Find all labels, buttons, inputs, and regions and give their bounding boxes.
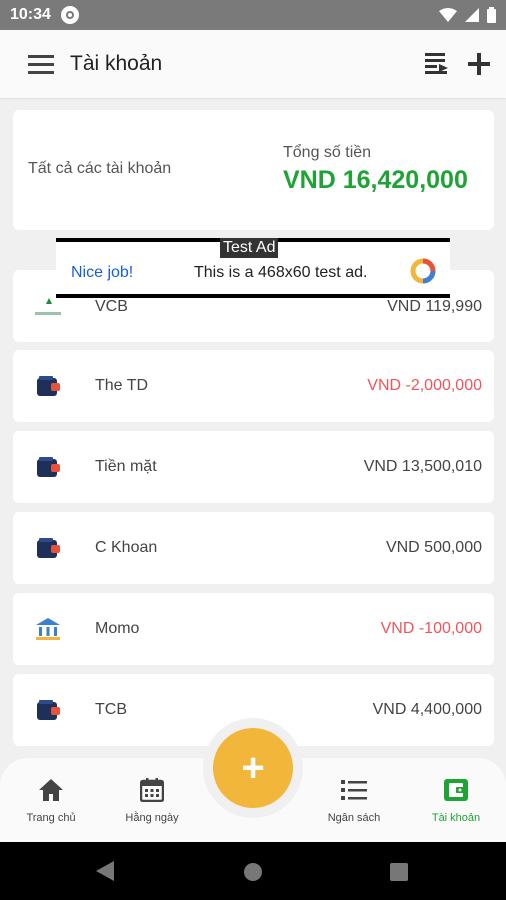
system-nav-bar xyxy=(0,842,506,900)
wallet-icon xyxy=(37,700,60,720)
nav-budget[interactable]: Ngân sách xyxy=(304,778,404,824)
signal-icon xyxy=(465,8,479,22)
nav-daily-label: Hằng ngày xyxy=(125,812,179,824)
total-label: Tổng số tiền xyxy=(283,144,372,161)
notification-app-icon xyxy=(60,6,79,24)
app-bar-actions xyxy=(422,51,490,77)
total-value: VND 16,420,000 xyxy=(283,166,468,194)
account-row[interactable]: C Khoan VND 500,000 xyxy=(13,512,494,584)
home-button-icon[interactable] xyxy=(243,862,263,882)
app-bar: Tài khoản xyxy=(0,30,506,98)
bank-logo-icon xyxy=(35,298,61,315)
status-indicators xyxy=(439,7,496,23)
all-accounts-label: Tất cả các tài khoản xyxy=(28,160,172,177)
ad-choices-icon[interactable] xyxy=(410,258,436,284)
home-icon xyxy=(39,779,63,801)
add-transaction-button[interactable]: + xyxy=(213,728,293,808)
account-balance: VND -2,000,000 xyxy=(367,377,482,394)
account-balance: VND 500,000 xyxy=(385,539,482,556)
page-title: Tài khoản xyxy=(70,52,163,75)
back-icon[interactable] xyxy=(96,861,114,881)
account-name: Tiền mặt xyxy=(95,458,157,475)
nav-daily[interactable]: Hằng ngày xyxy=(102,778,202,824)
wallet-icon xyxy=(37,457,60,477)
transfer-icon[interactable] xyxy=(422,51,450,77)
calendar-icon xyxy=(140,778,164,802)
nav-home-label: Trang chủ xyxy=(26,812,76,824)
ad-headline: Nice job! xyxy=(71,264,134,281)
account-name: TCB xyxy=(95,701,127,718)
account-balance: VND 119,990 xyxy=(387,298,482,315)
wallet-icon xyxy=(37,538,60,558)
account-name: C Khoan xyxy=(95,539,158,556)
plus-icon: + xyxy=(241,745,265,790)
bank-building-icon xyxy=(36,618,60,640)
account-balance: VND 4,400,000 xyxy=(372,701,482,718)
summary-card: Tất cả các tài khoản Tổng số tiền VND 16… xyxy=(13,110,494,230)
wallet-tab-icon xyxy=(444,779,468,801)
account-row[interactable]: Tiền mặt VND 13,500,010 xyxy=(13,431,494,503)
recents-icon[interactable] xyxy=(390,863,408,881)
nav-home[interactable]: Trang chủ xyxy=(1,778,101,824)
wallet-icon xyxy=(37,376,60,396)
account-name: The TD xyxy=(95,377,149,394)
ad-banner[interactable]: Test Ad Nice job! This is a 468x60 test … xyxy=(56,238,450,298)
wifi-icon xyxy=(439,8,457,22)
status-time: 10:34 xyxy=(10,6,51,23)
status-bar: 10:34 xyxy=(0,0,506,30)
list-icon xyxy=(341,780,367,800)
account-row[interactable]: The TD VND -2,000,000 xyxy=(13,350,494,422)
ad-badge: Test Ad xyxy=(220,238,279,258)
nav-accounts[interactable]: Tài khoản xyxy=(406,778,506,824)
nav-budget-label: Ngân sách xyxy=(327,812,381,824)
account-balance: VND 13,500,010 xyxy=(363,458,482,475)
ad-body: This is a 468x60 test ad. xyxy=(194,264,368,281)
account-name: Momo xyxy=(95,620,140,637)
nav-accounts-label: Tài khoản xyxy=(431,812,481,824)
account-row[interactable]: Momo VND -100,000 xyxy=(13,593,494,665)
account-balance: VND -100,000 xyxy=(380,620,482,637)
account-name: VCB xyxy=(95,298,128,315)
menu-icon[interactable] xyxy=(28,54,54,74)
battery-icon xyxy=(487,7,496,23)
add-account-icon[interactable] xyxy=(468,53,490,75)
